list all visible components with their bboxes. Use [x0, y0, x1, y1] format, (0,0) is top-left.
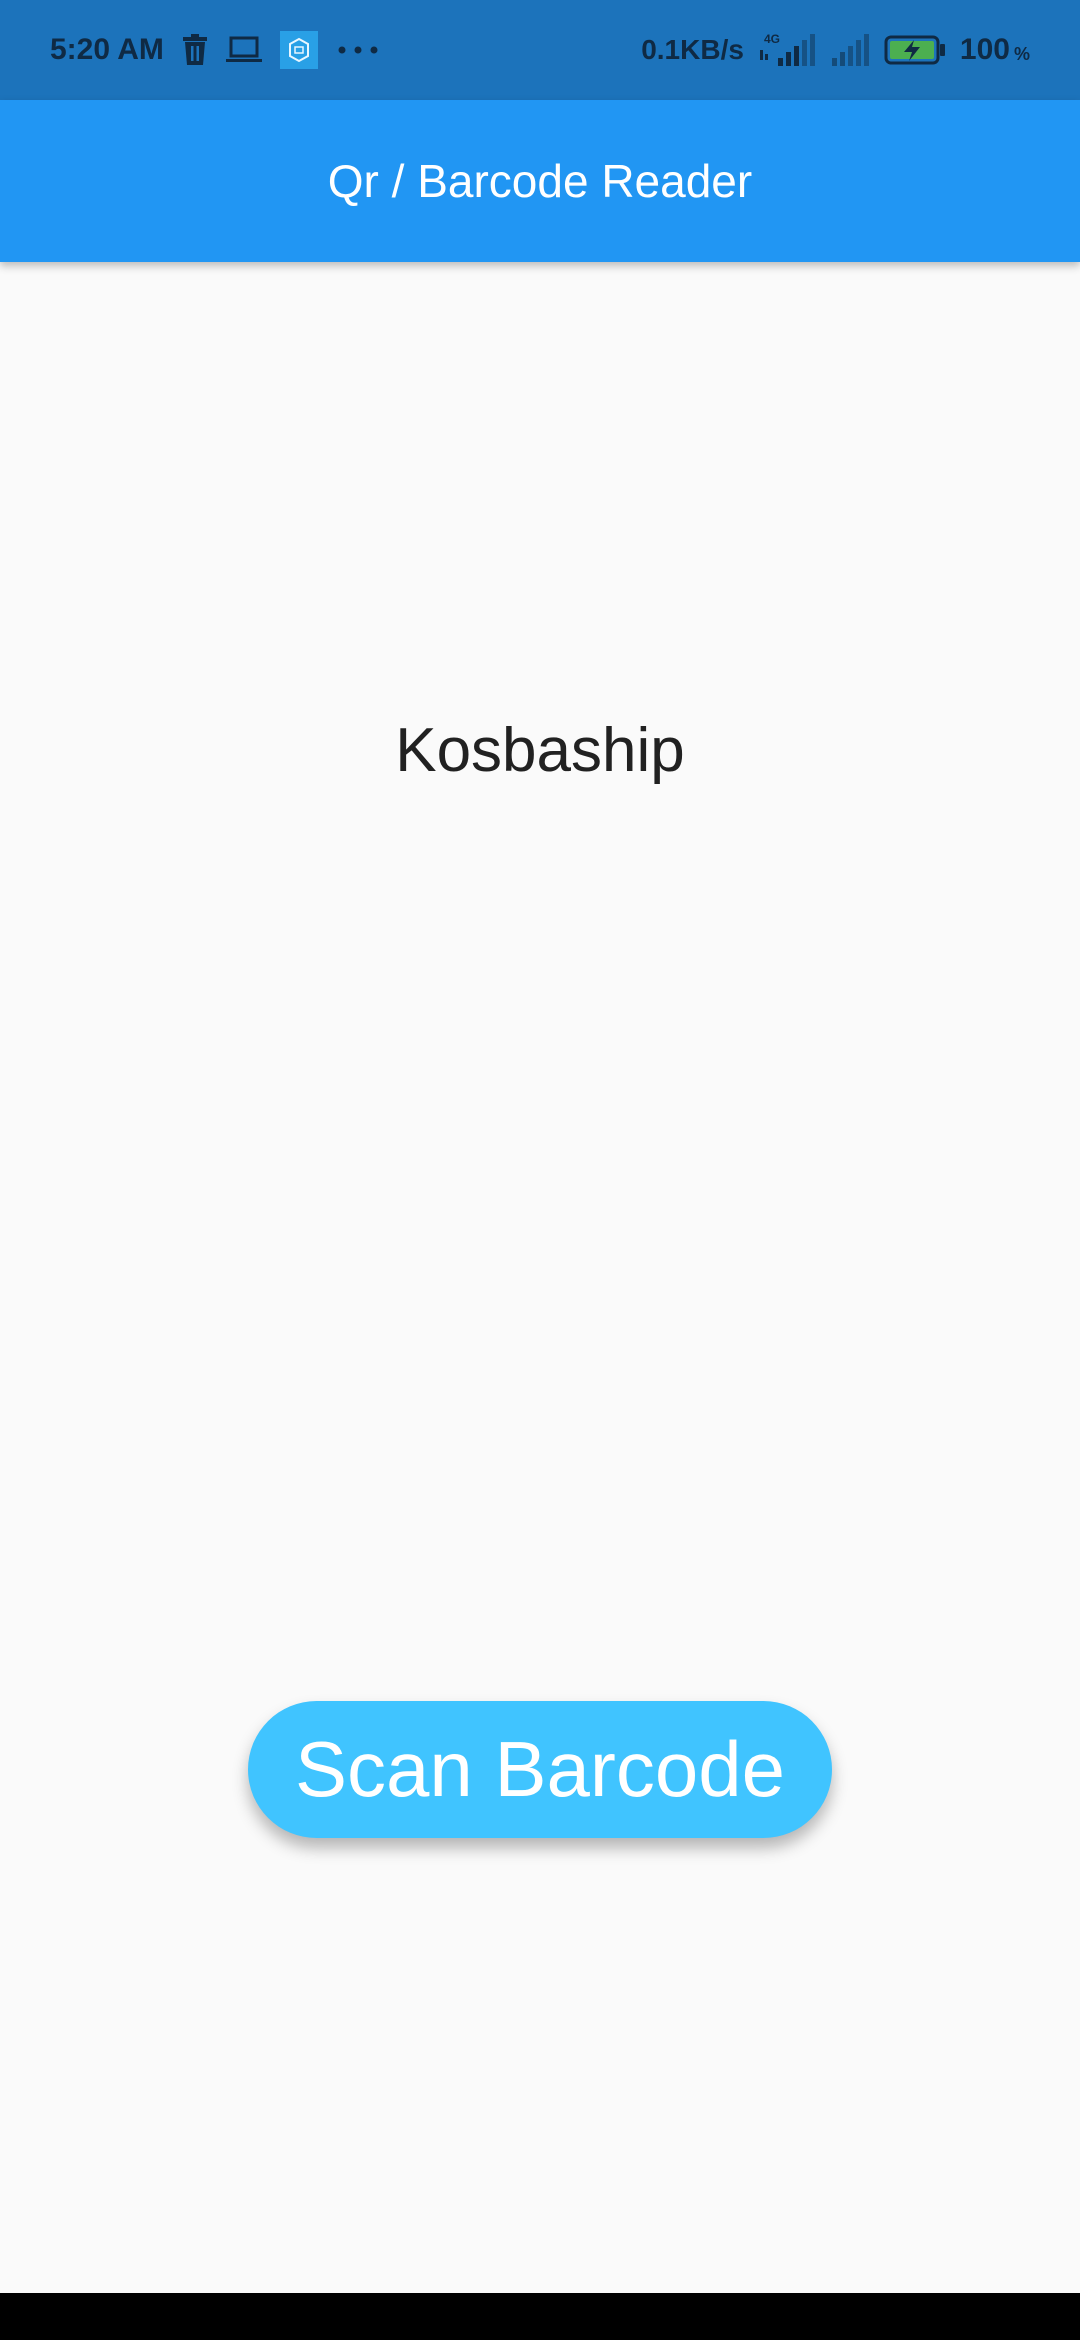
trash-icon — [182, 34, 208, 66]
system-navigation-bar — [0, 2293, 1080, 2340]
network-speed: 0.1KB/s — [641, 34, 744, 65]
page-title: Qr / Barcode Reader — [327, 155, 753, 207]
signal-4g-icon: 4G — [758, 32, 816, 68]
screen: 5:20 AM 0.1KB/s 4G 100 % Qr / Barcode Re… — [0, 0, 1080, 2340]
more-dots-icon — [336, 44, 380, 56]
scan-result-text: Kosbaship — [395, 716, 685, 785]
battery-level: 100 — [959, 33, 1010, 66]
status-bar-right: 0.1KB/s 4G 100 % — [641, 32, 1030, 68]
battery-charging-icon — [884, 35, 946, 65]
status-time: 5:20 AM — [50, 33, 164, 66]
battery-unit: % — [1013, 44, 1030, 64]
battery-readout: 100 % — [960, 33, 1030, 67]
signal-icon — [830, 32, 870, 68]
status-bar: 5:20 AM 0.1KB/s 4G 100 % — [0, 0, 1080, 100]
status-bar-left: 5:20 AM — [50, 31, 380, 69]
app-bar: Qr / Barcode Reader — [0, 100, 1080, 262]
svg-text:4G: 4G — [764, 32, 780, 46]
app-notification-icon — [279, 31, 318, 69]
scan-barcode-button[interactable]: Scan Barcode — [248, 1701, 832, 1838]
laptop-icon — [225, 36, 262, 64]
